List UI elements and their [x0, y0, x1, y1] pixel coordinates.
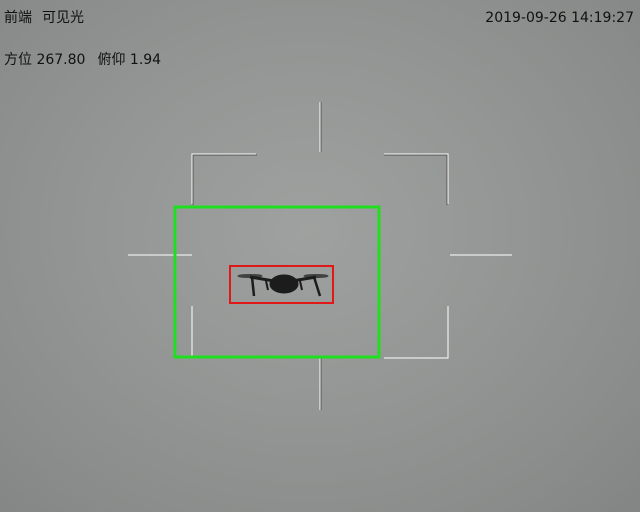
camera-viewport: 前端 可见光 方位 267.80 俯仰 1.94 2019-09-26 14:19:… [0, 0, 640, 512]
bracket-top-right [384, 153, 449, 204]
bracket-top-left [191, 153, 256, 204]
reticle-lines [128, 102, 512, 410]
drone-icon [237, 274, 329, 297]
bracket-bottom-right [384, 306, 449, 359]
crosshair-reticle [128, 102, 512, 410]
bracket-bottom-left [191, 306, 256, 359]
